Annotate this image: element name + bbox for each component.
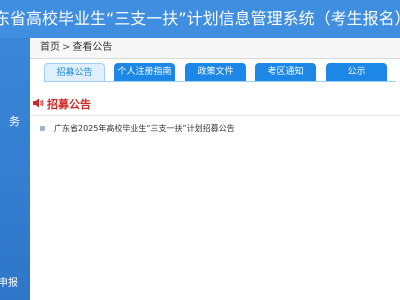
breadcrumb-separator: > (62, 42, 71, 53)
notice-section-header: 招募公告 (30, 93, 400, 116)
main-content: 首页 > 查看公告 招募公告 个人注册指南 政策文件 考区通知 公示 招募公告 广东… (30, 38, 400, 300)
tab-recruitment-notice[interactable]: 招募公告 (44, 63, 105, 81)
list-item[interactable]: 广东省2025年高校毕业生“三支一扶”计划招募公告 (40, 122, 400, 136)
notice-list: 广东省2025年高校毕业生“三支一扶”计划招募公告 (40, 122, 400, 136)
breadcrumb: 首页 > 查看公告 (30, 38, 400, 59)
sidebar-item-partial-a[interactable]: 务 (0, 116, 20, 128)
tab-publicity[interactable]: 公示 (326, 63, 387, 81)
sidebar-item-partial-b[interactable]: 申报 (0, 278, 28, 290)
tab-policy-documents[interactable]: 政策文件 (185, 63, 246, 81)
notice-link[interactable]: 广东省2025年高校毕业生“三支一扶”计划招募公告 (54, 122, 235, 136)
notice-section-title: 招募公告 (47, 98, 91, 111)
tab-exam-area-notice[interactable]: 考区通知 (255, 63, 316, 81)
app-header: 东省高校毕业生“三支一扶”计划信息管理系统（考生报名） (0, 0, 400, 38)
speaker-icon (33, 98, 44, 108)
tab-bar: 招募公告 个人注册指南 政策文件 考区通知 公示 (44, 63, 396, 82)
app-title: 东省高校毕业生“三支一扶”计划信息管理系统（考生报名） (0, 9, 400, 28)
bullet-icon (40, 126, 45, 131)
breadcrumb-home-link[interactable]: 首页 (40, 42, 60, 53)
breadcrumb-current: 查看公告 (72, 42, 113, 53)
sidebar: 务 申报 (0, 38, 30, 300)
tab-registration-guide[interactable]: 个人注册指南 (114, 63, 175, 81)
